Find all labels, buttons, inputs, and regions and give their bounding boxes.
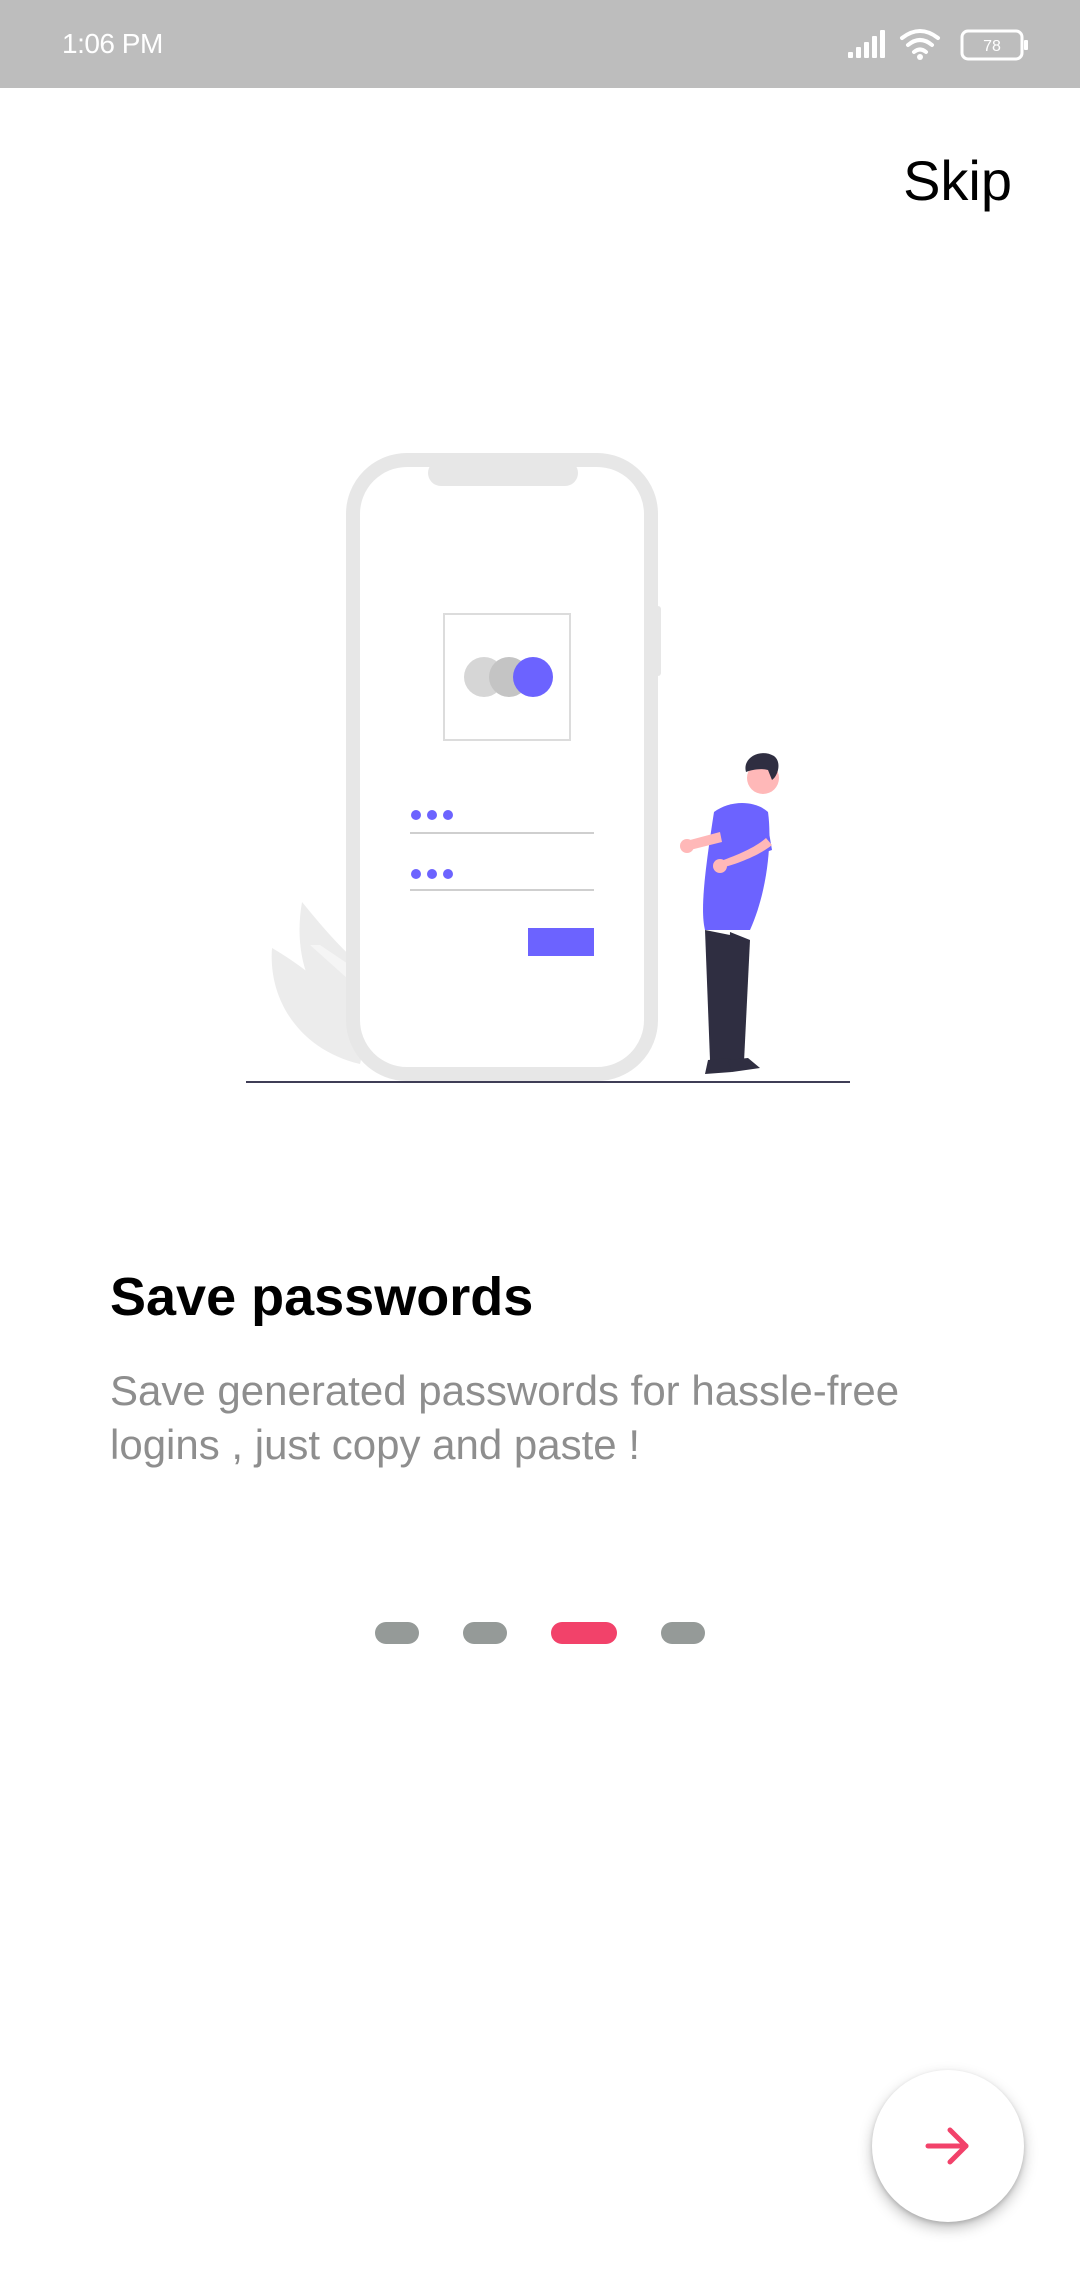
phone-outline <box>346 453 661 1081</box>
person-figure <box>680 753 779 1074</box>
arrow-right-icon <box>925 2127 969 2165</box>
page-dot-2[interactable] <box>463 1622 507 1644</box>
signal-icon <box>848 30 885 58</box>
status-icons: 78 <box>848 29 1028 61</box>
battery-level: 78 <box>983 38 1001 55</box>
page-title: Save passwords <box>110 1267 534 1327</box>
page-dot-3[interactable] <box>551 1622 617 1644</box>
page-indicator <box>0 1622 1080 1646</box>
wifi-icon <box>900 29 940 54</box>
page-description: Save generated passwords for hassle-free… <box>110 1367 900 1468</box>
page-dot-4[interactable] <box>661 1622 705 1644</box>
login-button-shape <box>528 928 594 956</box>
onboarding-illustration <box>246 453 850 1083</box>
status-bar: 1:06 PM 78 <box>0 0 1080 88</box>
next-button[interactable] <box>872 2070 1024 2222</box>
logo-box <box>443 613 571 741</box>
battery-icon: 78 <box>960 29 1028 61</box>
status-time: 1:06 PM <box>62 28 163 59</box>
skip-button[interactable]: Skip <box>903 148 1012 213</box>
page-dot-1[interactable] <box>375 1622 419 1644</box>
